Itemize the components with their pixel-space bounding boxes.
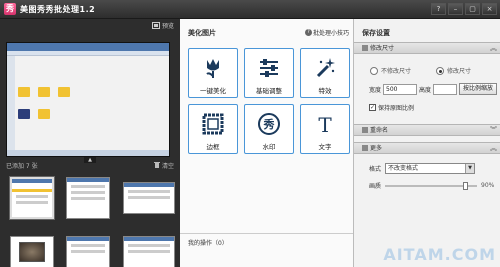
format-value: 不改变格式 <box>388 165 419 172</box>
scale-proportionally-button[interactable]: 按比例缩放 <box>459 83 498 95</box>
image-list-panel: 预览 ▲ 已添加 7 张 清空 <box>0 19 180 267</box>
window-title: 美图秀秀批处理1.2 <box>20 4 96 14</box>
frame-icon <box>202 113 224 135</box>
tile-label: 一键美化 <box>200 87 226 95</box>
watermark-button[interactable]: 秀 水印 <box>244 104 294 154</box>
rename-icon <box>362 127 368 133</box>
help-circle-icon: ? <box>304 29 312 36</box>
tile-label: 边框 <box>206 143 220 151</box>
title-bar: 秀 美图秀秀批处理1.2 ? – ▢ × <box>0 0 500 19</box>
preview-label: 预览 <box>161 23 174 30</box>
chevron-up-icon: ︽ <box>490 144 497 152</box>
trash-icon <box>153 162 160 168</box>
watermark-icon: 秀 <box>258 113 280 135</box>
thumbnail-item[interactable] <box>123 236 175 267</box>
rename-section-header[interactable]: 重命名 ︾ <box>354 124 500 136</box>
help-button[interactable]: ? <box>431 3 446 15</box>
my-operations-label: 我的操作（0） <box>188 240 228 247</box>
divider <box>180 233 353 234</box>
keep-ratio-label: 保持原图比例 <box>378 105 415 112</box>
quality-value: 90% <box>481 182 495 189</box>
tile-label: 基础调整 <box>256 87 282 95</box>
slider-knob[interactable] <box>463 181 469 190</box>
maximize-button[interactable]: ▢ <box>465 3 480 15</box>
keep-size-label: 不修改尺寸 <box>381 68 412 75</box>
height-label: 高度 <box>419 86 432 94</box>
tile-label: 特效 <box>318 87 332 95</box>
text-icon: T <box>318 113 332 137</box>
keep-size-radio[interactable]: 不修改尺寸 <box>370 66 411 75</box>
magic-wand-icon <box>316 58 335 78</box>
effects-button[interactable]: 特效 <box>300 48 350 98</box>
width-label: 宽度 <box>369 86 382 94</box>
one-click-beautify-button[interactable]: 一键美化 <box>188 48 238 98</box>
save-settings-panel: 保存设置 修改尺寸 ︽ 不修改尺寸 修改尺寸 宽度 500 高度 按比例缩放 ✓… <box>353 19 500 267</box>
resize-section-label: 修改尺寸 <box>370 45 395 52</box>
height-input[interactable] <box>433 83 458 95</box>
keep-ratio-checkbox[interactable]: ✓ 保持原图比例 <box>369 103 414 112</box>
preview-image <box>6 42 170 157</box>
tips-link[interactable]: ? 批处理小技巧 <box>304 28 349 37</box>
frame-button[interactable]: 边框 <box>188 104 238 154</box>
radio-off-icon <box>370 66 378 75</box>
chevron-up-icon: ︽ <box>490 44 497 52</box>
more-section-header[interactable]: 更多 ︽ <box>354 142 500 154</box>
change-size-radio[interactable]: 修改尺寸 <box>436 66 471 75</box>
thumbnail-item[interactable] <box>66 177 110 219</box>
save-settings-title: 保存设置 <box>362 29 390 37</box>
chevron-down-icon: ︾ <box>490 126 497 134</box>
thumbnail-item[interactable] <box>123 182 175 214</box>
app-window: 秀 美图秀秀批处理1.2 ? – ▢ × 预览 ▲ 已添加 7 张 清空 美化图… <box>0 0 500 267</box>
sliders-icon <box>260 59 278 77</box>
preview-button[interactable]: 预览 <box>151 21 174 30</box>
thumbnail-item[interactable] <box>10 236 54 267</box>
format-label: 格式 <box>369 166 382 173</box>
format-select[interactable]: 不改变格式 ▼ <box>385 163 476 174</box>
rename-section-label: 重命名 <box>370 127 389 134</box>
tips-label: 批处理小技巧 <box>312 30 349 37</box>
thumbnail-item[interactable] <box>10 177 54 219</box>
beautify-panel: 美化图片 ? 批处理小技巧 一键美化 基础调整 特效 边框 秀 水印 T 文字 <box>180 19 353 267</box>
minimize-button[interactable]: – <box>448 3 463 15</box>
collapse-arrow-icon[interactable]: ▲ <box>84 157 96 163</box>
resize-section-header[interactable]: 修改尺寸 ︽ <box>354 42 500 54</box>
more-section-label: 更多 <box>370 145 383 152</box>
dimension-row: 宽度 500 高度 按比例缩放 <box>369 83 498 95</box>
checkbox-checked-icon: ✓ <box>369 104 376 111</box>
preview-icon <box>151 22 160 29</box>
tile-label: 文字 <box>318 143 332 151</box>
quality-label: 画质 <box>369 183 382 190</box>
window-controls: ? – ▢ × <box>431 3 497 15</box>
width-input[interactable]: 500 <box>383 83 418 95</box>
tile-label: 水印 <box>262 143 276 151</box>
beautify-title: 美化图片 <box>188 29 216 37</box>
change-size-label: 修改尺寸 <box>447 68 472 75</box>
clear-button[interactable]: 清空 <box>153 161 174 170</box>
format-row: 格式 不改变格式 ▼ <box>369 163 476 174</box>
tulip-icon <box>206 59 219 78</box>
clear-label: 清空 <box>161 163 174 170</box>
watermark-glyph: 秀 <box>263 117 275 131</box>
text-button[interactable]: T 文字 <box>300 104 350 154</box>
quality-slider[interactable] <box>385 181 478 190</box>
quality-row: 画质 90% <box>369 181 497 190</box>
dropdown-arrow-icon: ▼ <box>465 164 475 173</box>
radio-on-icon <box>436 66 444 75</box>
more-icon <box>362 145 368 151</box>
added-count-label: 已添加 7 张 <box>6 163 38 170</box>
thumbnail-item[interactable] <box>66 236 110 267</box>
basic-adjust-button[interactable]: 基础调整 <box>244 48 294 98</box>
text-glyph: T <box>318 113 332 136</box>
resize-icon <box>362 45 368 51</box>
app-logo-icon: 秀 <box>4 3 16 15</box>
site-watermark: AITAM.COM <box>383 245 496 264</box>
close-button[interactable]: × <box>482 3 497 15</box>
